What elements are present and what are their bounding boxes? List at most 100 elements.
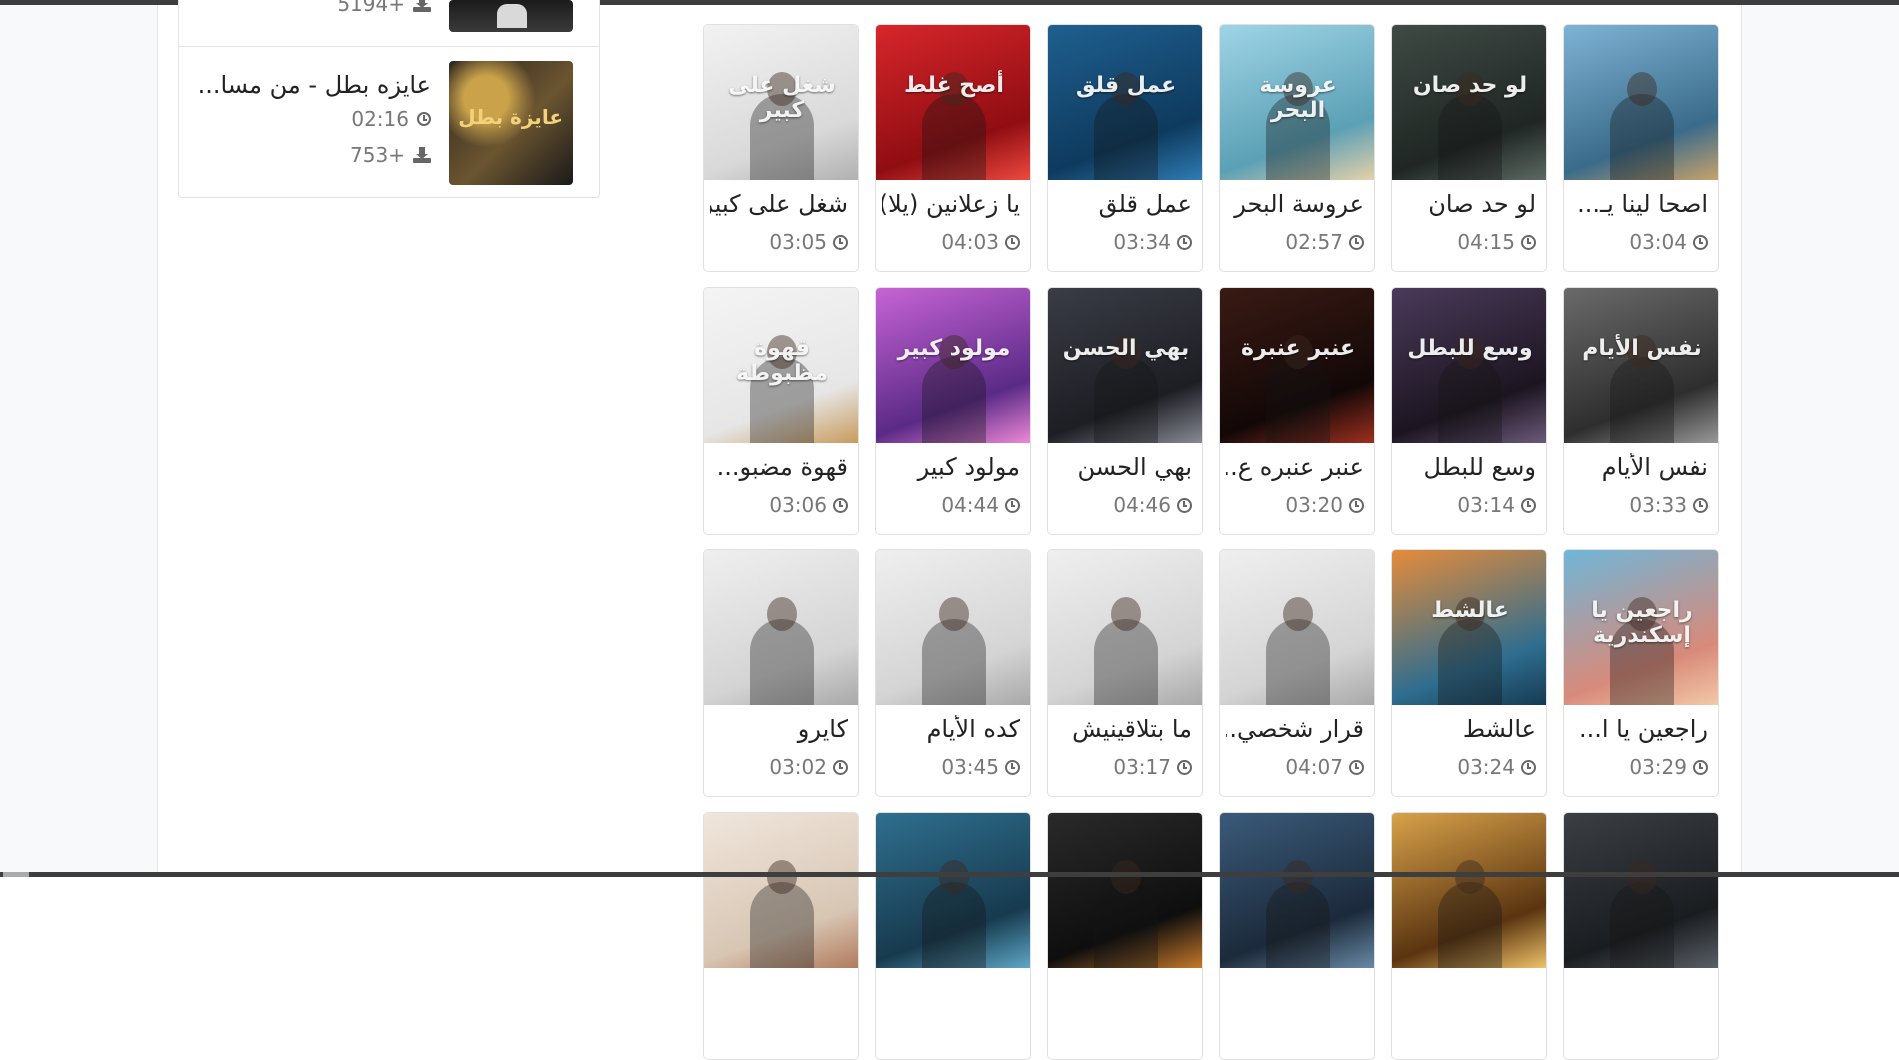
song-card[interactable]: قرار شخصي... 04:07 [1219, 549, 1375, 797]
artist-figure [1438, 882, 1502, 968]
artist-figure [1266, 882, 1330, 968]
song-duration-value: 03:02 [769, 755, 827, 779]
song-card[interactable]: كايرو 03:02 [703, 549, 859, 797]
song-thumbnail[interactable] [704, 550, 858, 705]
song-title-link[interactable]: بهي الحسن [1054, 453, 1192, 481]
song-title-link[interactable]: شغل على كبير [710, 190, 848, 218]
song-thumbnail[interactable]: عروسة البحر [1220, 25, 1374, 180]
song-card[interactable]: اصحا لينا يـ... 03:04 [1563, 24, 1719, 272]
song-thumbnail[interactable] [1048, 550, 1202, 705]
resize-handle[interactable] [3, 872, 29, 877]
artist-figure [922, 882, 986, 968]
song-title-link[interactable]: كايرو [710, 715, 848, 743]
song-title-link[interactable]: عنبر عنبره ع... [1226, 453, 1364, 481]
song-card[interactable]: عالشط عالشط 03:24 [1391, 549, 1547, 797]
song-thumbnail[interactable]: نفس الأيام [1564, 288, 1718, 443]
song-thumbnail[interactable] [1048, 813, 1202, 968]
song-card[interactable]: مولود كبير مولود كبير 04:44 [875, 287, 1031, 535]
song-title-link[interactable]: قرار شخصي... [1226, 715, 1364, 743]
song-card[interactable] [1563, 812, 1719, 1060]
song-thumbnail[interactable]: عمل قلق [1048, 25, 1202, 180]
artist-figure [1438, 94, 1502, 180]
song-thumbnail[interactable] [1220, 813, 1374, 968]
song-thumbnail[interactable]: وسع للبطل [1392, 288, 1546, 443]
song-title-link[interactable]: نفس الأيام [1570, 453, 1708, 481]
song-thumbnail[interactable]: عالشط [1392, 550, 1546, 705]
song-card[interactable]: بهي الحسن بهي الحسن 04:46 [1047, 287, 1203, 535]
song-duration-value: 03:17 [1113, 755, 1171, 779]
artist-figure-head [1283, 597, 1313, 631]
song-thumbnail[interactable]: قهوة مظبوطة [704, 288, 858, 443]
download-count: +753 [350, 143, 431, 167]
song-thumbnail[interactable] [1564, 813, 1718, 968]
song-card[interactable] [1047, 812, 1203, 1060]
song-title-link[interactable]: راجعين يا ا... [1570, 715, 1708, 743]
song-title-link[interactable]: عروسة البحر [1226, 190, 1364, 218]
song-thumbnail[interactable] [876, 550, 1030, 705]
song-card[interactable]: ما بتلاقينيش 03:17 [1047, 549, 1203, 797]
song-title-link[interactable]: اصحا لينا يـ... [1570, 190, 1708, 218]
song-thumbnail[interactable] [1220, 550, 1374, 705]
song-thumbnail[interactable]: أصح غلط [876, 25, 1030, 180]
song-title-link[interactable]: عايزه بطل - من مسا... [198, 71, 431, 99]
song-duration: 03:04 [1629, 230, 1708, 254]
song-card[interactable] [1391, 812, 1547, 1060]
song-thumbnail[interactable]: لو حد صان [1392, 25, 1546, 180]
song-duration-value: 03:20 [1285, 493, 1343, 517]
artist-figure-head [1627, 860, 1657, 894]
song-duration-value: 03:24 [1457, 755, 1515, 779]
sidebar-song-item[interactable]: +5194 [179, 0, 599, 47]
song-card[interactable] [703, 812, 859, 1060]
song-card[interactable]: قهوة مظبوطة قهوة مضبو... 03:06 [703, 287, 859, 535]
song-card[interactable]: عمل قلق عمل قلق 03:34 [1047, 24, 1203, 272]
song-card[interactable]: لو حد صان لو حد صان 04:15 [1391, 24, 1547, 272]
song-thumbnail[interactable] [449, 0, 573, 32]
song-title-link[interactable]: قهوة مضبو... [710, 453, 848, 481]
clock-icon [1349, 497, 1364, 513]
song-card[interactable]: نفس الأيام نفس الأيام 03:33 [1563, 287, 1719, 535]
song-thumbnail[interactable]: شغل على كبير [704, 25, 858, 180]
song-card[interactable]: عنبر عنبرة عنبر عنبره ع... 03:20 [1219, 287, 1375, 535]
song-duration: 03:24 [1457, 755, 1536, 779]
song-card[interactable] [1219, 812, 1375, 1060]
artist-figure [1094, 619, 1158, 705]
song-thumbnail[interactable] [704, 813, 858, 968]
song-thumbnail[interactable] [876, 813, 1030, 968]
song-title-link[interactable]: عمل قلق [1054, 190, 1192, 218]
song-title-link[interactable]: عالشط [1398, 715, 1536, 743]
song-duration-value: 03:29 [1629, 755, 1687, 779]
song-duration: 02:57 [1285, 230, 1364, 254]
song-card[interactable]: عروسة البحر عروسة البحر 02:57 [1219, 24, 1375, 272]
thumbnail-title: لو حد صان [1412, 73, 1528, 98]
artist-figure [922, 357, 986, 443]
song-duration-value: 03:34 [1113, 230, 1171, 254]
song-thumbnail[interactable]: مولود كبير [876, 288, 1030, 443]
song-title-link[interactable]: مولود كبير [882, 453, 1020, 481]
download-count-value: +753 [350, 143, 405, 167]
song-title-link[interactable]: وسع للبطل [1398, 453, 1536, 481]
song-thumbnail[interactable]: راجعين يا إسكندرية [1564, 550, 1718, 705]
song-title-link[interactable]: كده الأيام [882, 715, 1020, 743]
thumbnail-title: بهي الحسن [1062, 336, 1190, 361]
song-card[interactable]: شغل على كبير شغل على كبير 03:05 [703, 24, 859, 272]
song-duration: 03:33 [1629, 493, 1708, 517]
artist-figure [1094, 882, 1158, 968]
song-card[interactable] [875, 812, 1031, 1060]
song-thumbnail[interactable] [1564, 25, 1718, 180]
sidebar-song-item[interactable]: عايزة بطل عايزه بطل - من مسا... 02:16 +7… [179, 47, 599, 197]
clock-icon [1349, 234, 1364, 250]
artist-figure [1610, 882, 1674, 968]
song-card[interactable]: كده الأيام 03:45 [875, 549, 1031, 797]
song-title-link[interactable]: ما بتلاقينيش [1054, 715, 1192, 743]
song-thumbnail[interactable] [1392, 813, 1546, 968]
song-card[interactable]: راجعين يا إسكندرية راجعين يا ا... 03:29 [1563, 549, 1719, 797]
thumbnail-title: أصح غلط [904, 73, 1004, 98]
song-title-link[interactable]: يا زعلانين (يلا) [882, 190, 1020, 218]
song-thumbnail[interactable]: بهي الحسن [1048, 288, 1202, 443]
song-duration-value: 04:03 [941, 230, 999, 254]
song-title-link[interactable]: لو حد صان [1398, 190, 1536, 218]
song-thumbnail[interactable]: عايزة بطل [449, 61, 573, 185]
song-thumbnail[interactable]: عنبر عنبرة [1220, 288, 1374, 443]
song-card[interactable]: أصح غلط يا زعلانين (يلا) 04:03 [875, 24, 1031, 272]
song-card[interactable]: وسع للبطل وسع للبطل 03:14 [1391, 287, 1547, 535]
